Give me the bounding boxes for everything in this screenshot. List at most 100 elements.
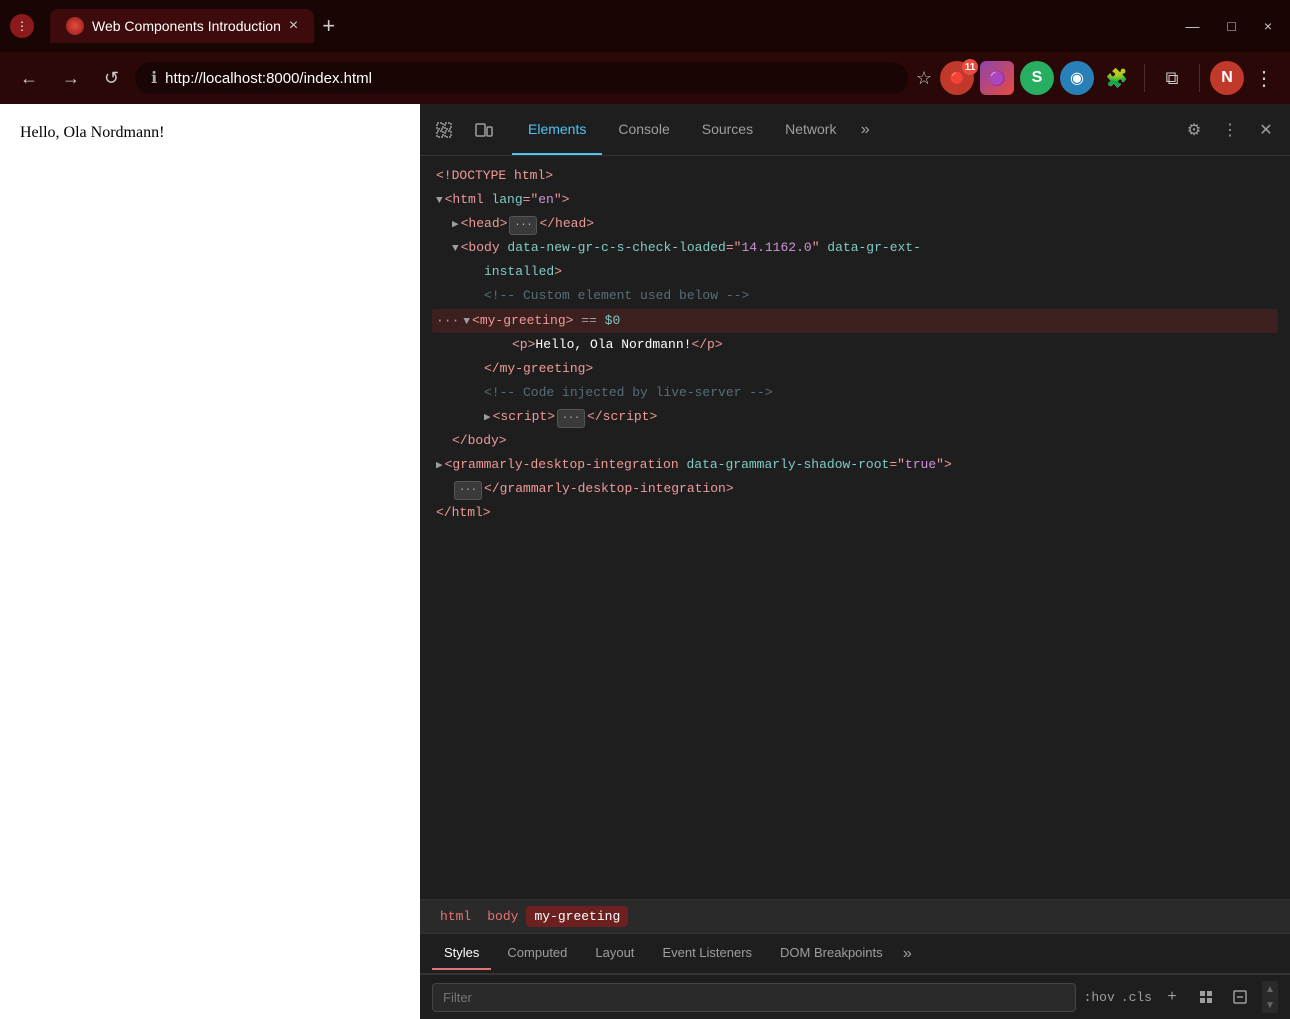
- filter-add-button[interactable]: +: [1158, 983, 1186, 1011]
- breadcrumb-my-greeting[interactable]: my-greeting: [526, 906, 628, 927]
- purple-extension-icon[interactable]: 🟣: [980, 61, 1014, 95]
- tab-more[interactable]: »: [852, 104, 878, 155]
- inspect-element-button[interactable]: [428, 114, 460, 146]
- scroll-down-button[interactable]: ▼: [1262, 997, 1278, 1013]
- scroll-up-button[interactable]: ▲: [1262, 981, 1278, 997]
- dom-my-greeting[interactable]: ··· <my-greeting> == $0: [432, 309, 1278, 333]
- my-greeting-triangle[interactable]: [463, 313, 470, 332]
- bottom-tab-styles[interactable]: Styles: [432, 937, 491, 970]
- dom-body-open-cont: installed >: [432, 260, 1278, 284]
- devtools-actions: ⚙ ⋮ ✕: [1178, 114, 1282, 146]
- breadcrumb-body[interactable]: body: [479, 906, 526, 927]
- page-greeting-text: Hello, Ola Nordmann!: [20, 124, 400, 142]
- info-icon: ℹ: [151, 68, 157, 88]
- puzzle-icon[interactable]: 🧩: [1100, 61, 1134, 95]
- bottom-tab-more[interactable]: »: [899, 941, 917, 967]
- bottom-tab-computed[interactable]: Computed: [495, 937, 579, 970]
- sidebar-button[interactable]: ⧉: [1155, 61, 1189, 95]
- nav-bar: ← → ↺ ℹ ☆ 🔴11 🟣 S ◉ 🧩 ⧉ N ⋮: [0, 52, 1290, 104]
- tab-network[interactable]: Network: [769, 104, 852, 155]
- dom-grammarly-open[interactable]: <grammarly-desktop-integration data-gram…: [432, 453, 1278, 477]
- filter-icon-button-1[interactable]: [1192, 983, 1220, 1011]
- script-ellipsis[interactable]: ···: [557, 409, 585, 428]
- tab-bar: Web Components Introduction × +: [40, 9, 1177, 43]
- dom-body-close: </body>: [432, 429, 1278, 453]
- close-devtools-button[interactable]: ✕: [1250, 114, 1282, 146]
- bottom-tab-dom-breakpoints[interactable]: DOM Breakpoints: [768, 937, 895, 970]
- filter-bar: :hov .cls +: [420, 974, 1290, 1019]
- tab-elements[interactable]: Elements: [512, 104, 602, 155]
- address-input[interactable]: [165, 70, 892, 87]
- dom-comment-live: <!-- Code injected by live-server -->: [432, 381, 1278, 405]
- device-toggle-button[interactable]: [468, 114, 500, 146]
- html-tag: <html: [445, 189, 492, 211]
- settings-button[interactable]: ⚙: [1178, 114, 1210, 146]
- reload-button[interactable]: ↺: [96, 64, 127, 93]
- new-tab-button[interactable]: +: [314, 13, 343, 39]
- doctype-tag: <!DOCTYPE html>: [436, 165, 553, 187]
- dom-head[interactable]: <head> ··· </head>: [432, 212, 1278, 236]
- page-area: Hello, Ola Nordmann!: [0, 104, 420, 1019]
- close-button[interactable]: ×: [1256, 14, 1280, 38]
- title-bar: ⋮ Web Components Introduction × + — □ ×: [0, 0, 1290, 52]
- browser-chrome: ⋮ Web Components Introduction × + — □ × …: [0, 0, 1290, 104]
- head-triangle[interactable]: [452, 216, 459, 235]
- tab-close-button[interactable]: ×: [289, 17, 298, 35]
- blue-extension-icon[interactable]: ◉: [1060, 61, 1094, 95]
- nav-divider-2: [1199, 64, 1200, 92]
- bottom-panel-tabs: Styles Computed Layout Event Listeners D…: [420, 934, 1290, 974]
- dom-p-tag[interactable]: <p> Hello, Ola Nordmann! </p>: [432, 333, 1278, 357]
- back-button[interactable]: ←: [12, 64, 46, 93]
- nav-icons: 🔴11 🟣 S ◉ 🧩 ⧉ N ⋮: [940, 61, 1278, 95]
- filter-input[interactable]: [432, 983, 1076, 1012]
- head-ellipsis[interactable]: ···: [509, 216, 537, 235]
- html-triangle[interactable]: [436, 192, 443, 211]
- browser-menu-button[interactable]: ⋮: [10, 14, 34, 38]
- dom-body-open[interactable]: <body data-new-gr-c-s-check-loaded =" 14…: [432, 236, 1278, 260]
- maximize-button[interactable]: □: [1219, 14, 1243, 38]
- address-bar[interactable]: ℹ: [135, 62, 908, 94]
- more-options-button[interactable]: ⋮: [1214, 114, 1246, 146]
- body-triangle[interactable]: [452, 240, 459, 259]
- tab-title: Web Components Introduction: [92, 18, 281, 34]
- filter-cls[interactable]: .cls: [1121, 990, 1152, 1005]
- breadcrumb-bar: html body my-greeting: [420, 899, 1290, 934]
- badge-count: 11: [962, 59, 978, 75]
- devtools-header: Elements Console Sources Network » ⚙ ⋮ ✕: [420, 104, 1290, 156]
- devtools-tabs: Elements Console Sources Network »: [512, 104, 1178, 155]
- dom-doctype: <!DOCTYPE html>: [432, 164, 1278, 188]
- tab-favicon: [66, 17, 84, 35]
- dom-grammarly-close: ··· </grammarly-desktop-integration>: [432, 477, 1278, 501]
- bookmark-button[interactable]: ☆: [916, 68, 932, 89]
- extension-badge-icon[interactable]: 🔴11: [940, 61, 974, 95]
- tab-console[interactable]: Console: [602, 104, 685, 155]
- forward-button[interactable]: →: [54, 64, 88, 93]
- dom-html-close: </html>: [432, 501, 1278, 525]
- active-tab[interactable]: Web Components Introduction ×: [50, 9, 314, 43]
- dom-my-greeting-close: </my-greeting>: [432, 357, 1278, 381]
- s-extension-icon[interactable]: S: [1020, 61, 1054, 95]
- tab-sources[interactable]: Sources: [686, 104, 769, 155]
- script-triangle[interactable]: [484, 409, 491, 428]
- nav-divider: [1144, 64, 1145, 92]
- bottom-tab-layout[interactable]: Layout: [583, 937, 646, 970]
- filter-icon-button-2[interactable]: [1226, 983, 1254, 1011]
- filter-hov[interactable]: :hov: [1084, 990, 1115, 1005]
- browser-menu-dots[interactable]: ⋮: [1250, 62, 1278, 95]
- bottom-tab-event-listeners[interactable]: Event Listeners: [650, 937, 764, 970]
- filter-actions: :hov .cls +: [1084, 983, 1254, 1011]
- breadcrumb-html[interactable]: html: [432, 906, 479, 927]
- dom-html-open[interactable]: <html lang =" en ">: [432, 188, 1278, 212]
- devtools-icons: [428, 114, 500, 146]
- window-controls: — □ ×: [1177, 14, 1280, 38]
- dom-tree[interactable]: <!DOCTYPE html> <html lang =" en "> <hea…: [420, 156, 1290, 899]
- my-greeting-dots: ···: [436, 310, 459, 332]
- devtools-panel: Elements Console Sources Network » ⚙ ⋮ ✕…: [420, 104, 1290, 1019]
- dom-comment-custom: <!-- Custom element used below -->: [432, 284, 1278, 308]
- scrollbar[interactable]: ▲ ▼: [1262, 981, 1278, 1013]
- n-extension-icon[interactable]: N: [1210, 61, 1244, 95]
- grammarly-ellipsis[interactable]: ···: [454, 481, 482, 500]
- dom-script[interactable]: <script> ··· </script>: [432, 405, 1278, 429]
- grammarly-triangle[interactable]: [436, 457, 443, 476]
- minimize-button[interactable]: —: [1177, 14, 1207, 38]
